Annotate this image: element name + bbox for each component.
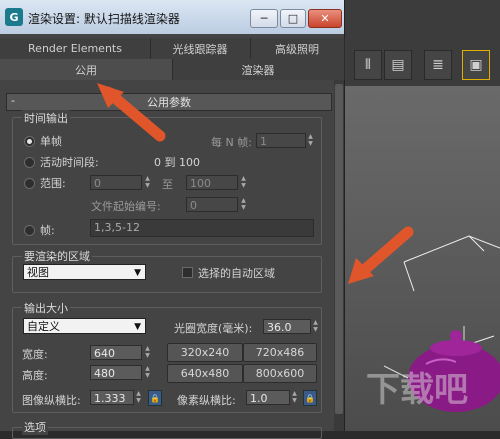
annotation-arrows bbox=[97, 83, 414, 284]
arrow-to-dialog-edge bbox=[348, 226, 414, 284]
arrow-to-common-tab bbox=[97, 83, 166, 142]
